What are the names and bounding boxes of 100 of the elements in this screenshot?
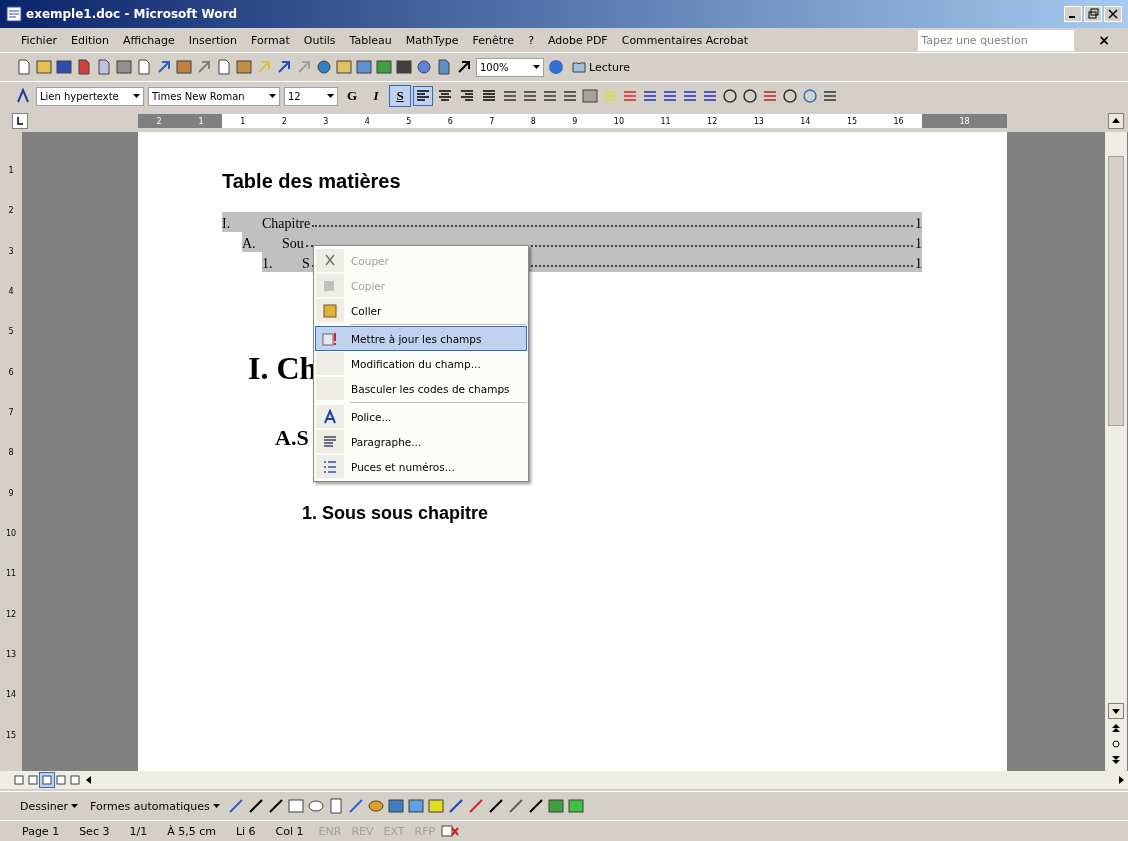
- dropdown-arrow-icon: [71, 804, 79, 808]
- menu-item[interactable]: Adobe PDF: [540, 31, 615, 49]
- status-field: À 5,5 cm: [157, 824, 226, 838]
- ruler-number: 18: [959, 116, 970, 126]
- close-icon[interactable]: [1104, 6, 1122, 22]
- subsection-heading: 1. Sous sous chapitre: [302, 503, 489, 524]
- menu-item[interactable]: Insertion: [181, 31, 244, 49]
- close-document-button[interactable]: ×: [1094, 32, 1114, 48]
- toc-entry: Sou: [282, 236, 304, 252]
- format-button[interactable]: G: [342, 86, 362, 106]
- ruler-number: 13: [753, 116, 764, 126]
- view-button[interactable]: [54, 773, 68, 787]
- zoom-dropdown[interactable]: 100%: [476, 57, 544, 77]
- tab-selector-icon[interactable]: [12, 113, 28, 129]
- font-icon: [322, 408, 338, 425]
- oval-icon[interactable]: [307, 798, 324, 814]
- list-icon: [322, 458, 338, 475]
- toc-entry: S: [302, 256, 310, 272]
- menu-item[interactable]: Format: [244, 31, 297, 49]
- ruler-number: 9: [8, 488, 14, 500]
- book-icon: [572, 61, 586, 73]
- toc-page-number: 1: [915, 256, 922, 272]
- view-button[interactable]: [40, 773, 54, 787]
- dropdown-arrow-icon[interactable]: [533, 65, 540, 69]
- minimize-icon[interactable]: [1064, 6, 1082, 22]
- ruler-number: 6: [447, 116, 453, 126]
- menu-item[interactable]: Fenêtre: [465, 31, 522, 49]
- ruler-number: 7: [8, 407, 14, 419]
- ruler-number: 3: [8, 246, 14, 258]
- align-icon[interactable]: [414, 87, 432, 105]
- view-button[interactable]: [26, 773, 40, 787]
- menu-item[interactable]: Tableau: [342, 31, 399, 49]
- menu-item[interactable]: Paragraphe...: [315, 429, 527, 454]
- format-button[interactable]: S: [390, 86, 410, 106]
- styles-icon[interactable]: [16, 88, 32, 104]
- ruler-number: 16: [893, 116, 904, 126]
- status-field: Page 1: [12, 824, 70, 838]
- ruler-number: 12: [5, 609, 17, 621]
- paragraph-icon: [322, 433, 338, 450]
- format-button[interactable]: I: [366, 86, 386, 106]
- dropdown-arrow-icon[interactable]: [327, 94, 334, 98]
- line-icon[interactable]: [247, 798, 264, 814]
- menu-item[interactable]: Puces et numéros...: [315, 454, 527, 479]
- menu-item[interactable]: Edition: [63, 31, 116, 49]
- ruler-number: 10: [5, 528, 17, 540]
- status-field: Col 1: [265, 824, 314, 838]
- menu-item[interactable]: Coller: [315, 298, 527, 323]
- menu-item[interactable]: Commentaires Acrobat: [614, 31, 756, 49]
- toc-number: 1.: [262, 256, 274, 272]
- print-preview-icon[interactable]: [136, 59, 152, 75]
- scroll-up-icon[interactable]: [1108, 113, 1124, 129]
- style-dropdown[interactable]: Lien hypertexte: [36, 86, 144, 106]
- dropdown-arrow-icon[interactable]: [133, 94, 140, 98]
- menu-item[interactable]: MathType: [398, 31, 466, 49]
- ruler-number: 11: [660, 116, 671, 126]
- menu-item[interactable]: Mettre à jour les champs: [315, 326, 527, 351]
- restore-icon[interactable]: [1084, 6, 1102, 22]
- dropdown-arrow-icon: [212, 804, 220, 808]
- ruler-number: 15: [846, 116, 858, 126]
- ruler-number: 4: [364, 116, 370, 126]
- toc-number: A.: [242, 236, 257, 252]
- status-field: 1/1: [119, 824, 158, 838]
- autoshapes-menu-button[interactable]: Formes automatiques: [86, 797, 224, 815]
- dropdown-arrow-icon[interactable]: [269, 94, 276, 98]
- new-document-icon[interactable]: [16, 59, 32, 75]
- reading-layout-button[interactable]: Lecture: [568, 58, 635, 76]
- menu-item[interactable]: Basculer les codes de champs: [315, 376, 527, 401]
- ruler-number: 15: [5, 730, 17, 742]
- spelling-status-icon[interactable]: [440, 824, 461, 838]
- toc-page-number: 1: [915, 216, 922, 232]
- scrollbar-thumb[interactable]: [1108, 156, 1124, 426]
- view-button[interactable]: [12, 773, 26, 787]
- ruler-number: 1: [8, 166, 14, 177]
- ruler-number: 11: [5, 569, 17, 581]
- ruler-number: 10: [613, 116, 625, 126]
- status-field: Sec 3: [69, 824, 120, 838]
- question-field[interactable]: Tapez une question: [918, 29, 1075, 51]
- update-fields-icon: [322, 330, 338, 347]
- ruler-number: 13: [5, 649, 17, 661]
- toc-heading: Table des matières: [222, 170, 402, 194]
- font-dropdown[interactable]: Times New Roman: [148, 86, 280, 106]
- draw-menu-button[interactable]: Dessiner: [16, 797, 83, 815]
- window-title: exemple1.doc - Microsoft Word: [26, 7, 237, 21]
- menu-item[interactable]: Affichage: [116, 31, 182, 49]
- menu-item[interactable]: ?: [521, 31, 541, 49]
- status-field: Li 6: [225, 824, 266, 838]
- menu-item[interactable]: Outils: [296, 31, 343, 49]
- menu-item[interactable]: Police...: [315, 404, 527, 429]
- ruler-number: 5: [8, 327, 14, 339]
- toc-page-number: 1: [915, 236, 922, 252]
- font-size-dropdown[interactable]: 12: [284, 86, 338, 106]
- copy-icon[interactable]: [216, 59, 232, 75]
- ruler-number: 14: [800, 116, 811, 126]
- ruler-number: 7: [489, 116, 495, 126]
- section-heading: A.S: [275, 425, 309, 451]
- ruler-number: 5: [406, 116, 412, 126]
- menu-item[interactable]: Modification du champ...: [315, 351, 527, 376]
- scroll-down-icon[interactable]: [1108, 703, 1124, 719]
- menu-item[interactable]: Fichier: [14, 31, 64, 49]
- ruler-number: 8: [530, 116, 536, 126]
